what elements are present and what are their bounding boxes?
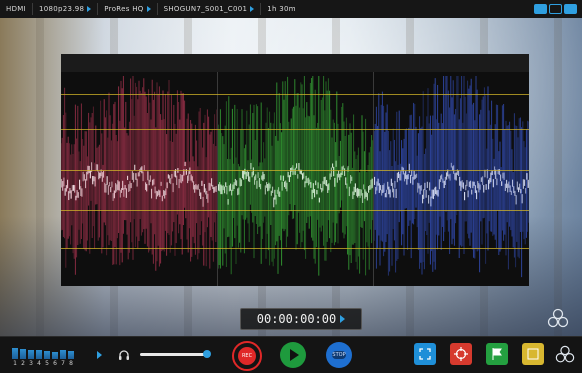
waveform-gridline (61, 210, 529, 211)
tag-button[interactable] (486, 343, 508, 365)
play-button[interactable] (280, 342, 306, 368)
audio-meter-bar (28, 350, 34, 359)
audio-meter-bar (68, 351, 74, 359)
audio-channel-number: 8 (68, 360, 74, 367)
atomos-logo-icon (547, 308, 569, 330)
audio-meter-bar (52, 352, 58, 359)
headphone-volume-slider[interactable] (140, 353, 208, 356)
video-format-label: 1080p23.98 (39, 5, 84, 13)
audio-meter-bar (60, 350, 66, 359)
audio-meter-bar (12, 348, 18, 359)
chevron-right-icon (87, 6, 91, 12)
clip-name-label: SHOGUN7_S001_C001 (164, 5, 248, 13)
chevron-right-icon (250, 6, 254, 12)
audio-meter-bar (36, 350, 42, 359)
audio-channel-numbers: 12345678 (12, 360, 94, 367)
remaining-time-label: 1h 30m (267, 5, 296, 13)
video-format[interactable]: 1080p23.98 (33, 5, 97, 13)
codec-selector[interactable]: ProRes HQ (98, 5, 156, 13)
tag-icon (490, 347, 504, 361)
crosshair-button[interactable] (450, 343, 472, 365)
audio-channel-number: 5 (44, 360, 50, 367)
audio-channel-number: 6 (52, 360, 58, 367)
slider-handle[interactable] (203, 350, 211, 358)
remaining-time: 1h 30m (261, 5, 302, 13)
lut-button[interactable] (522, 343, 544, 365)
waveform-gridline (61, 94, 529, 95)
headphone-icon (118, 349, 130, 361)
battery-icon (534, 4, 547, 14)
chevron-right-icon (147, 6, 151, 12)
waveform-green-channel (218, 72, 373, 286)
audio-channel-number: 3 (28, 360, 34, 367)
audio-meter-bars (12, 341, 94, 359)
audio-channel-number: 1 (12, 360, 18, 367)
atomos-logo-icon[interactable] (555, 345, 575, 365)
codec-label: ProRes HQ (104, 5, 143, 13)
timecode-value: 00:00:00:00 (257, 312, 336, 326)
audio-channel-number: 4 (36, 360, 42, 367)
play-icon (290, 349, 299, 361)
control-bar: 12345678 REC STOP (0, 336, 582, 373)
audio-channel-number: 7 (60, 360, 66, 367)
chevron-right-icon[interactable] (97, 351, 102, 359)
waveform-red-channel (61, 72, 217, 286)
input-source[interactable]: HDMI (0, 5, 32, 13)
audio-meter-bar (20, 349, 26, 359)
waveform-blue-channel (374, 72, 529, 286)
waveform-gridline (61, 129, 529, 130)
focus-peaking-button[interactable] (414, 343, 436, 365)
waveform-gridline (61, 248, 529, 249)
audio-meter-bar (44, 351, 50, 359)
audio-level-meter[interactable]: 12345678 (12, 341, 94, 367)
chevron-right-icon (340, 315, 345, 323)
battery-indicators[interactable] (534, 4, 582, 14)
timecode-display[interactable]: 00:00:00:00 (240, 308, 362, 330)
rgb-parade-waveform[interactable] (61, 54, 529, 286)
input-source-label: HDMI (6, 5, 26, 13)
battery-icon (549, 4, 562, 14)
audio-channel-number: 2 (20, 360, 26, 367)
lut-icon (526, 347, 540, 361)
clip-name[interactable]: SHOGUN7_S001_C001 (158, 5, 261, 13)
record-button[interactable]: REC (232, 341, 262, 371)
playlist-button[interactable]: STOP (326, 342, 352, 368)
status-bar: HDMI 1080p23.98 ProRes HQ SHOGUN7_S001_C… (0, 0, 582, 18)
waveform-gridline (61, 170, 529, 171)
crosshair-icon (454, 347, 468, 361)
stop-label: STOP (332, 351, 346, 359)
focus-peaking-icon (418, 347, 432, 361)
record-label: REC (238, 347, 256, 365)
battery-icon (564, 4, 577, 14)
